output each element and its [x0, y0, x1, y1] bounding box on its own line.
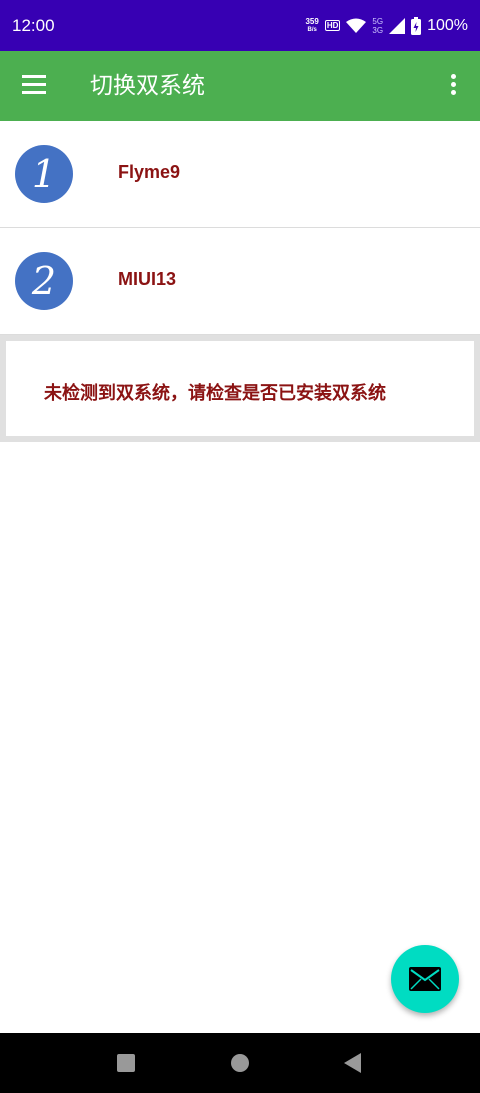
notice-text: 未检测到双系统，请检查是否已安装双系统	[44, 383, 386, 404]
status-bar: 12:00 359 B/s HD 5G 3G 100%	[0, 0, 480, 51]
net-speed: 359 B/s	[305, 16, 319, 34]
back-triangle-icon[interactable]	[344, 1053, 361, 1073]
system-item-miui13[interactable]: 2 MIUI13	[0, 228, 480, 335]
number-circle-icon: 2	[15, 252, 73, 310]
notice-box: 未检测到双系统，请检查是否已安装双系统	[0, 335, 480, 442]
menu-icon[interactable]	[22, 75, 48, 97]
signal-icon	[389, 17, 406, 34]
network-type-bottom: 3G	[372, 25, 384, 35]
mail-icon	[409, 967, 441, 991]
net-speed-value: 359	[305, 16, 319, 26]
battery-percent: 100%	[427, 16, 468, 34]
navigation-bar	[0, 1033, 480, 1093]
system-label: MIUI13	[118, 269, 177, 289]
status-icons: 359 B/s HD 5G 3G 100%	[305, 16, 468, 35]
app-title: 切换双系统	[90, 73, 205, 99]
network-type-top: 5G	[372, 16, 384, 26]
wifi-icon	[346, 18, 367, 33]
network-type: 5G 3G	[372, 17, 383, 35]
more-vert-icon[interactable]	[446, 74, 460, 100]
mail-fab-button[interactable]	[391, 945, 459, 1013]
system-item-flyme9[interactable]: 1 Flyme9	[0, 121, 480, 228]
status-time: 12:00	[12, 15, 55, 35]
hd-badge: HD	[324, 20, 341, 31]
home-circle-icon[interactable]	[231, 1054, 249, 1072]
number-circle-icon: 1	[15, 145, 73, 203]
recent-apps-square-icon[interactable]	[117, 1054, 135, 1072]
app-bar: 切换双系统	[0, 51, 480, 121]
net-speed-unit: B/s	[307, 26, 317, 33]
battery-icon	[411, 16, 422, 35]
system-label: Flyme9	[118, 162, 181, 182]
